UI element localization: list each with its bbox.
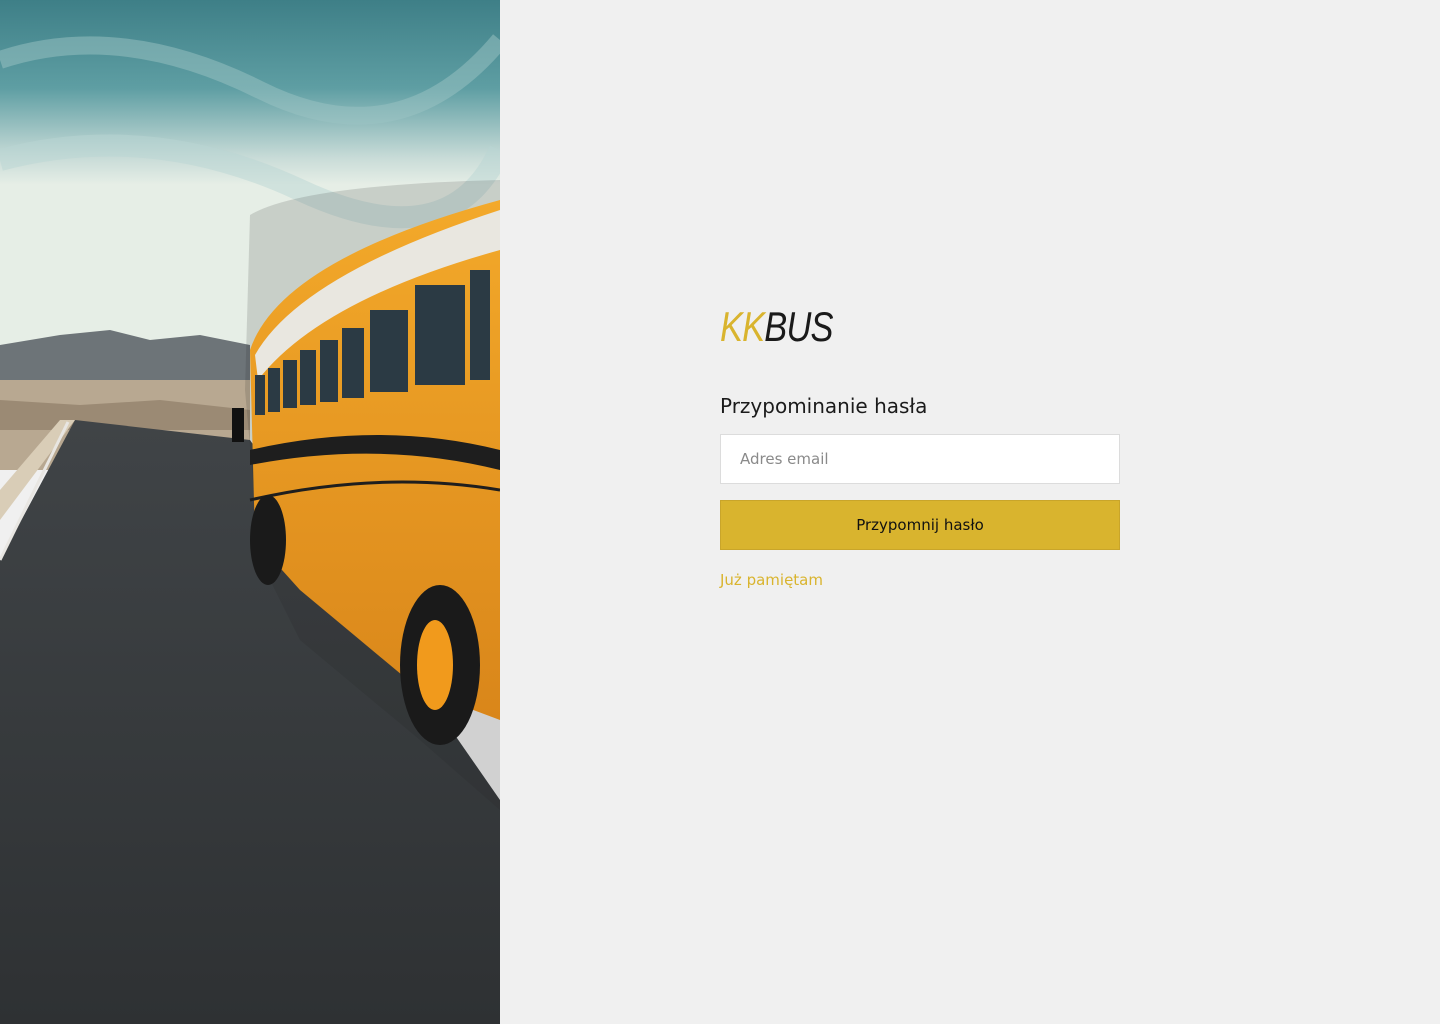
email-field[interactable] xyxy=(720,434,1120,484)
logo-part-bus: BUS xyxy=(764,303,833,350)
brand-logo: KK BUS xyxy=(720,306,1048,348)
reset-password-form: KKBUS Przypominanie hasła Przypomnij has… xyxy=(720,306,1120,589)
hero-image-school-bus xyxy=(0,0,500,1024)
already-remember-link[interactable]: Już pamiętam xyxy=(720,571,823,589)
page-title: Przypominanie hasła xyxy=(720,394,928,418)
reset-password-panel: KKBUS Przypominanie hasła Przypomnij has… xyxy=(500,0,1440,1024)
remind-password-button[interactable]: Przypomnij hasło xyxy=(720,500,1120,550)
logo-part-kk: KK xyxy=(720,303,765,350)
